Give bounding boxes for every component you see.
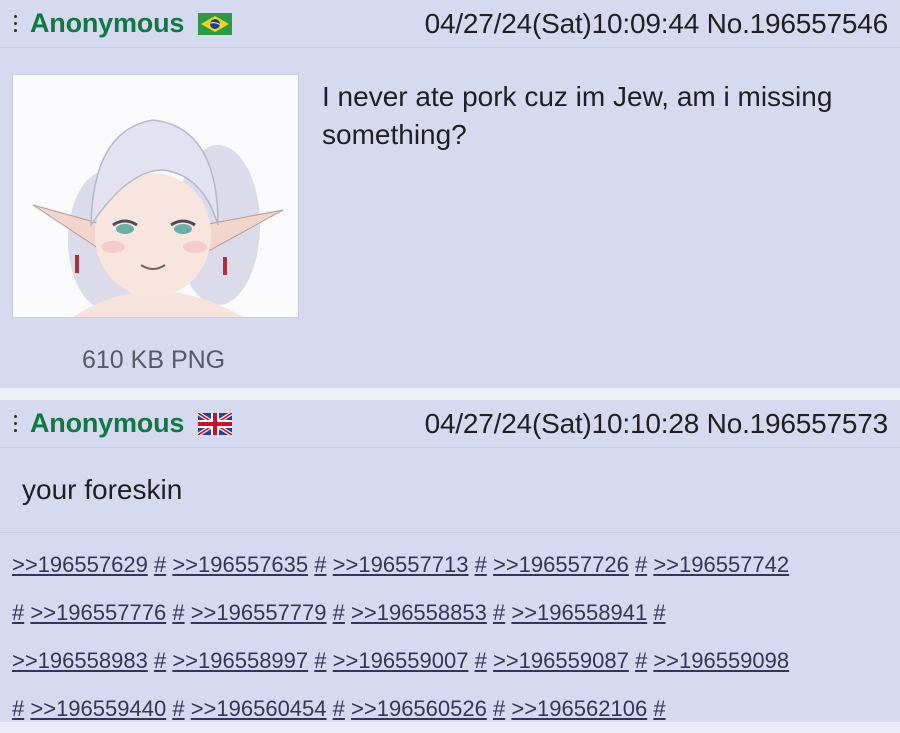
reply-link[interactable]: >>196559087 — [493, 648, 629, 673]
backlink-row: >>196557629 # >>196557635 # >>196557713 … — [12, 541, 892, 589]
reply-link[interactable]: >>196560454 — [191, 696, 327, 721]
reply-link[interactable]: >>196558997 — [172, 648, 308, 673]
reply-marker[interactable]: # — [475, 552, 487, 577]
reply-link[interactable]: >>196562106 — [511, 696, 647, 721]
reply-marker[interactable]: # — [314, 552, 326, 577]
reply-link[interactable]: >>196560526 — [351, 696, 487, 721]
reply-link[interactable]: >>196557776 — [30, 600, 166, 625]
post-number[interactable]: No.196557573 — [707, 408, 889, 439]
reply-marker[interactable]: # — [154, 552, 166, 577]
reply-marker[interactable]: # — [333, 696, 345, 721]
reply-link[interactable]: >>196557779 — [191, 600, 327, 625]
post-meta: 04/27/24(Sat)10:10:28 No.196557573 — [424, 407, 889, 440]
reply-marker[interactable]: # — [333, 600, 345, 625]
reply-marker[interactable]: # — [475, 648, 487, 673]
reply-marker[interactable]: # — [314, 648, 326, 673]
post-message: I never ate pork cuz im Jew, am i missin… — [322, 81, 833, 150]
post-separator — [0, 388, 900, 400]
brazil-flag-icon — [198, 12, 233, 35]
reply-link[interactable]: >>196557629 — [12, 552, 148, 577]
post-reply: Anonymous 04/27/24(Sat)10:10:28 No.19655… — [0, 400, 900, 532]
post-thumbnail[interactable] — [12, 74, 299, 318]
reply-link[interactable]: >>196559098 — [653, 648, 789, 673]
reply-marker[interactable]: # — [12, 696, 24, 721]
file-info: 610 KB PNG — [82, 346, 226, 374]
anime-elf-girl-image — [13, 75, 298, 317]
reply-link[interactable]: >>196557635 — [172, 552, 308, 577]
post-op: Anonymous 04/27/24(Sat)10:09:44 No.19655… — [0, 0, 900, 388]
post-body: 610 KB PNG I never ate pork cuz im Jew, … — [0, 48, 900, 388]
reply-marker[interactable]: # — [172, 696, 184, 721]
backlink-row: # >>196559440 # >>196560454 # >>19656052… — [12, 685, 892, 733]
reply-link[interactable]: >>196557713 — [333, 552, 469, 577]
reply-marker[interactable]: # — [12, 600, 24, 625]
reply-link[interactable]: >>196557726 — [493, 552, 629, 577]
reply-link[interactable]: >>196557742 — [653, 552, 789, 577]
uk-flag-icon — [198, 412, 233, 435]
reply-link[interactable]: >>196558853 — [351, 600, 487, 625]
reply-link[interactable]: >>196558983 — [12, 648, 148, 673]
post-meta: 04/27/24(Sat)10:09:44 No.196557546 — [424, 7, 889, 40]
backlinks: >>196557629 # >>196557635 # >>196557713 … — [0, 532, 900, 722]
post-number[interactable]: No.196557546 — [707, 8, 889, 39]
post-datetime: 04/27/24(Sat)10:10:28 — [424, 407, 700, 439]
reply-marker[interactable]: # — [635, 552, 647, 577]
reply-marker[interactable]: # — [653, 600, 665, 625]
post-datetime: 04/27/24(Sat)10:09:44 — [424, 7, 700, 39]
post-header: Anonymous 04/27/24(Sat)10:09:44 No.19655… — [0, 0, 900, 48]
reply-marker[interactable]: # — [493, 600, 505, 625]
post-menu-icon[interactable] — [10, 415, 20, 432]
backlink-row: >>196558983 # >>196558997 # >>196559007 … — [12, 637, 892, 685]
reply-marker[interactable]: # — [172, 600, 184, 625]
poster-name: Anonymous — [30, 8, 185, 38]
reply-marker[interactable]: # — [154, 648, 166, 673]
poster-name: Anonymous — [30, 408, 185, 438]
reply-marker[interactable]: # — [493, 696, 505, 721]
reply-marker[interactable]: # — [635, 648, 647, 673]
post-menu-icon[interactable] — [10, 15, 20, 32]
reply-link[interactable]: >>196559440 — [30, 696, 166, 721]
post-message: your foreskin — [22, 474, 183, 505]
backlink-row: # >>196557776 # >>196557779 # >>19655885… — [12, 589, 892, 637]
post-header: Anonymous 04/27/24(Sat)10:10:28 No.19655… — [0, 400, 900, 448]
reply-marker[interactable]: # — [653, 696, 665, 721]
reply-link[interactable]: >>196558941 — [511, 600, 647, 625]
reply-link[interactable]: >>196559007 — [333, 648, 469, 673]
